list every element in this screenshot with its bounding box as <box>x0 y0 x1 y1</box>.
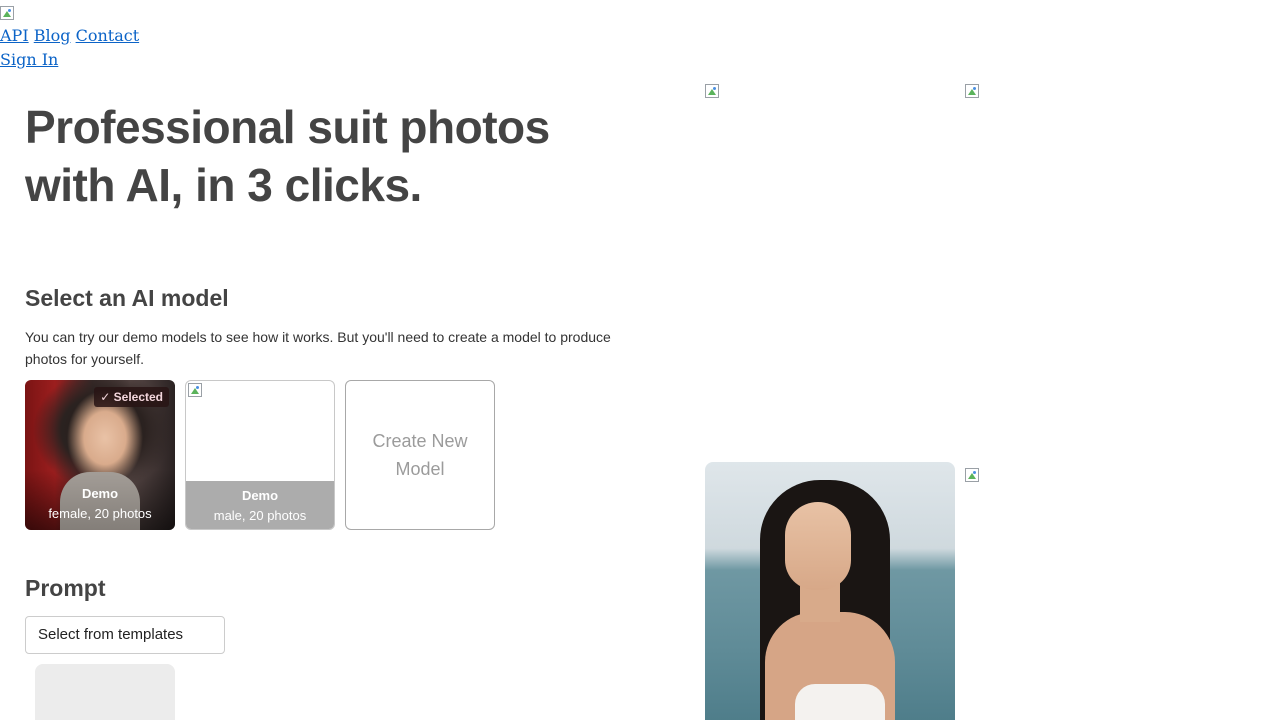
model-card-caption: Demo male, 20 photos <box>186 481 334 529</box>
model-card-name: Demo <box>241 488 279 503</box>
hero-title: Professional suit photos with AI, in 3 c… <box>25 98 625 214</box>
model-card-demo-female[interactable]: ✓ Selected Demo female, 20 photos <box>25 380 175 530</box>
sign-in-link[interactable]: Sign In <box>0 50 58 69</box>
gallery-photo <box>705 462 955 720</box>
model-card-name: Demo <box>81 486 119 501</box>
gallery-broken-image-icon <box>705 84 721 100</box>
gallery-broken-image-icon <box>965 468 981 484</box>
model-card-meta: male, 20 photos <box>213 508 307 523</box>
gallery-broken-image-icon <box>965 84 981 100</box>
top-nav: API Blog Contact <box>0 26 139 46</box>
nav-link-blog[interactable]: Blog <box>34 26 71 45</box>
selected-badge: ✓ Selected <box>94 387 169 407</box>
model-section-description: You can try our demo models to see how i… <box>25 329 611 367</box>
hero-title-line-1: Professional suit photos <box>25 101 550 153</box>
template-select[interactable]: Select from templates <box>25 616 225 654</box>
model-card-caption: Demo female, 20 photos <box>25 479 175 530</box>
nav-link-api[interactable]: API <box>0 26 29 45</box>
create-new-model-button[interactable]: Create New Model <box>345 380 495 530</box>
hero-title-line-2: with AI, in 3 clicks. <box>25 159 422 211</box>
logo-broken-image-icon <box>0 6 16 22</box>
model-card-meta: female, 20 photos <box>48 506 152 521</box>
sign-in-container: Sign In <box>0 50 58 70</box>
prompt-section-title: Prompt <box>25 575 106 601</box>
prompt-template-card[interactable] <box>35 664 175 720</box>
model-card-demo-male[interactable]: Demo male, 20 photos <box>185 380 335 530</box>
model-section-title: Select an AI model <box>25 285 229 311</box>
broken-image-icon <box>188 383 204 399</box>
nav-link-contact[interactable]: Contact <box>76 26 140 45</box>
